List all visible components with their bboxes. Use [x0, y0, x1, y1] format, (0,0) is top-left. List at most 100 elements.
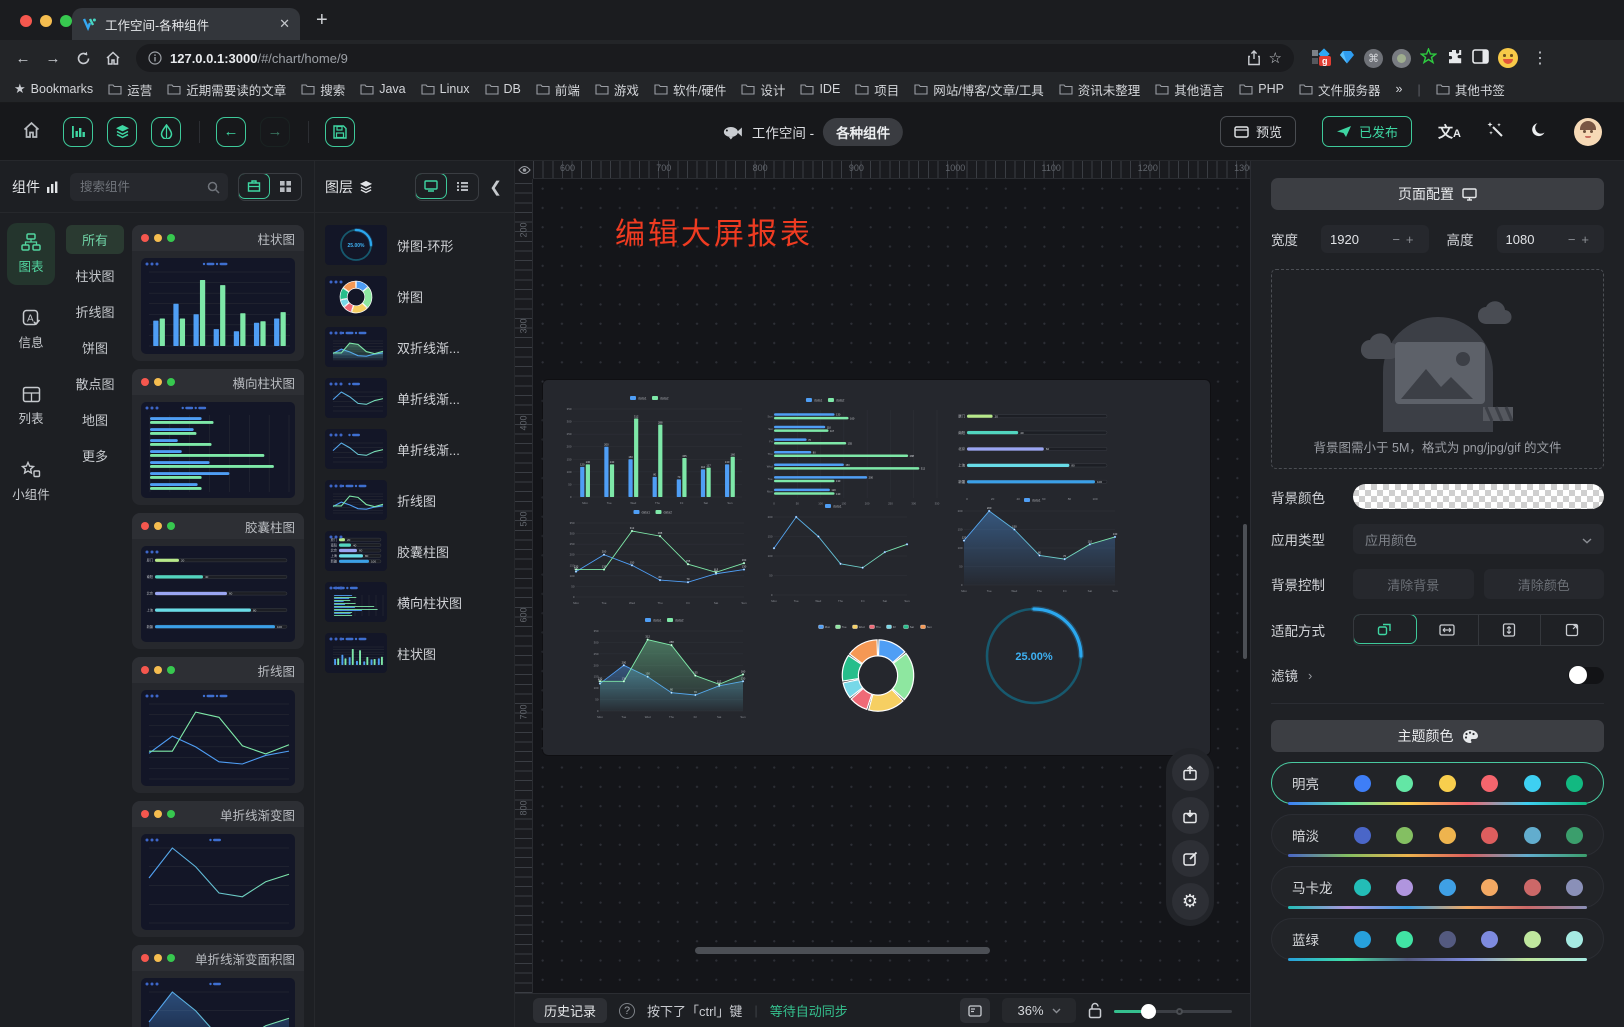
layer-item[interactable]: 单折线渐... [325, 378, 504, 418]
layer-item[interactable]: 单折线渐... [325, 429, 504, 469]
component-card[interactable]: 单折线渐变图 [132, 801, 304, 937]
category-item[interactable]: 散点图 [66, 369, 124, 398]
extension-gem-icon[interactable] [1339, 49, 1355, 68]
component-card[interactable]: 胶囊柱图 厦门20南阳40北京60上海80新疆100 [132, 513, 304, 649]
sidebar-tab-4[interactable]: 小组件 [7, 451, 55, 513]
bookmark-folder[interactable]: 文件服务器 [1299, 80, 1381, 99]
dark-mode-moon-icon[interactable] [1531, 122, 1548, 142]
browser-tab[interactable]: 工作空间-各种组件 ✕ [72, 8, 300, 40]
magic-wand-icon[interactable] [1487, 121, 1505, 142]
layer-item[interactable]: 厦门20南阳40北京60上海80新疆100 胶囊柱图 [325, 531, 504, 571]
theme-option-row[interactable]: 蓝绿 [1271, 918, 1604, 960]
layer-item[interactable]: 25.00% 饼图-环形 [325, 225, 504, 265]
app-home-icon[interactable] [22, 121, 41, 142]
other-bookmarks-folder[interactable]: 其他书签 [1436, 80, 1505, 99]
theme-option-row[interactable]: 暗淡 [1271, 814, 1604, 856]
layers-thumbnail-view-button[interactable] [415, 173, 447, 199]
layer-item[interactable]: 饼图 [325, 276, 504, 316]
history-button[interactable]: 历史记录 [533, 998, 607, 1023]
bookmark-folder[interactable]: 游戏 [595, 80, 639, 99]
canvas-chart-line[interactable]: 050100150200250300350MonTueWedThuFriSatS… [587, 616, 747, 720]
canvas-chart-line[interactable]: 050100150200250300350MonTueWedThuFriSatS… [563, 508, 748, 606]
canvas-chart-ring[interactable]: 25.00% [979, 600, 1089, 712]
publish-button[interactable]: 已发布 [1322, 116, 1412, 147]
category-item[interactable]: 饼图 [66, 333, 124, 362]
canvas-area[interactable]: 编辑大屏报表 050100150200250300350Mon120130Tue… [533, 179, 1250, 993]
bookmark-folder[interactable]: Java [360, 80, 405, 99]
bookmark-folder[interactable]: 运营 [108, 80, 152, 99]
import-download-button[interactable] [1172, 797, 1209, 834]
zoom-select[interactable]: 36% [1002, 998, 1076, 1023]
bookmark-folder[interactable]: 项目 [855, 80, 899, 99]
bookmark-folder[interactable]: 近期需要读的文章 [167, 80, 286, 99]
extension-star-icon[interactable] [1420, 48, 1437, 68]
fit-stretch-button[interactable] [1541, 615, 1603, 645]
app-type-select[interactable]: 应用颜色 [1353, 524, 1604, 554]
component-card[interactable]: 柱状图 [132, 225, 304, 361]
bookmark-folder[interactable]: 软件/硬件 [654, 80, 726, 99]
canvas-chart-hbar[interactable]: 050100150200250300350Mon120130Tue200130W… [761, 396, 947, 506]
filter-toggle[interactable] [1568, 667, 1604, 684]
horizontal-scrollbar[interactable] [695, 947, 990, 954]
window-minimize-button[interactable] [40, 15, 52, 27]
category-item[interactable]: 柱状图 [66, 261, 124, 290]
bookmark-star-icon[interactable]: ☆ [1269, 49, 1282, 67]
zoom-slider-knob[interactable] [1141, 1004, 1156, 1019]
theme-option-row[interactable]: 马卡龙 [1271, 866, 1604, 908]
sidebar-toggle-icon[interactable] [1472, 49, 1489, 67]
vertical-scrollbar[interactable] [1243, 524, 1247, 659]
bookmark-folder[interactable]: PHP [1239, 80, 1284, 99]
layers-list-view-button[interactable] [446, 174, 478, 200]
language-toggle-icon[interactable]: 文A [1438, 121, 1461, 142]
settings-gear-button[interactable]: ⚙ [1172, 883, 1209, 920]
extension-dot-icon[interactable] [1392, 49, 1411, 68]
dashboard-preview[interactable]: 050100150200250300350Mon120130Tue200130W… [543, 380, 1210, 755]
bookmark-folder[interactable]: Linux [421, 80, 470, 99]
address-bar[interactable]: 127.0.0.1:3000/#/chart/home/9 ☆ [136, 44, 1294, 72]
canvas-chart-bar[interactable]: 050100150200250300350Mon120130Tue200130W… [559, 394, 745, 506]
filter-expand-chevron-icon[interactable]: › [1308, 668, 1312, 683]
charts-tool-button[interactable] [63, 117, 93, 147]
back-icon[interactable]: ← [10, 45, 36, 71]
zoom-slider[interactable] [1114, 1004, 1232, 1018]
sidebar-tab-1[interactable]: 图表 [7, 223, 55, 285]
sidebar-tab-2[interactable]: A信息 [7, 299, 55, 361]
category-item[interactable]: 更多 [66, 441, 124, 470]
reload-icon[interactable] [70, 45, 96, 71]
visibility-eye-icon[interactable] [515, 161, 533, 179]
preview-button[interactable]: 预览 [1220, 116, 1296, 147]
extension-cmd-icon[interactable]: ⌘ [1364, 49, 1383, 68]
component-card[interactable]: 折线图 [132, 657, 304, 793]
home-icon[interactable] [100, 45, 126, 71]
sidebar-tab-3[interactable]: 列表 [7, 375, 55, 437]
component-card[interactable]: 单折线渐变面积图 [132, 945, 304, 1027]
layer-item[interactable]: 柱状图 [325, 633, 504, 673]
width-stepper[interactable]: 1920−+ [1321, 225, 1429, 253]
canvas-chart-donut[interactable]: MonTueWedThuFriSatSun [793, 622, 963, 718]
window-zoom-button[interactable] [60, 15, 72, 27]
bookmark-folder[interactable]: 其他语言 [1155, 80, 1224, 99]
canvas-chart-line[interactable]: 050100150200MonTueWedThuFriSatSundata1 [761, 502, 911, 604]
category-item[interactable]: 地图 [66, 405, 124, 434]
layer-item[interactable]: 双折线渐... [325, 327, 504, 367]
canvas-chart-capsule[interactable]: 厦门20南阳40北京60上海80新疆100020406080100 [951, 400, 1121, 502]
bookmarks-overflow-chevron[interactable]: » [1395, 82, 1402, 96]
page-config-header[interactable]: 页面配置 [1271, 178, 1604, 210]
window-close-button[interactable] [20, 15, 32, 27]
bookmark-folder[interactable]: DB [485, 80, 521, 99]
layer-item[interactable]: 横向柱状图 [325, 582, 504, 622]
fit-scale-button[interactable] [1353, 614, 1417, 644]
new-tab-button[interactable]: + [316, 10, 328, 30]
bookmark-folder[interactable]: IDE [800, 80, 840, 99]
grid-view-button[interactable] [269, 174, 301, 200]
extension-g-icon[interactable]: g [1312, 49, 1330, 67]
theme-option-row[interactable]: 明亮 [1271, 762, 1604, 804]
style-tool-button[interactable] [151, 117, 181, 147]
component-card[interactable]: 横向柱状图 [132, 369, 304, 505]
undo-button[interactable]: ← [216, 117, 246, 147]
category-item[interactable]: 所有 [66, 225, 124, 254]
layers-tool-button[interactable] [107, 117, 137, 147]
fit-width-button[interactable] [1416, 615, 1479, 645]
project-name-pill[interactable]: 各种组件 [823, 118, 903, 146]
bookmark-folder[interactable]: 网站/博客/文章/工具 [914, 80, 1043, 99]
